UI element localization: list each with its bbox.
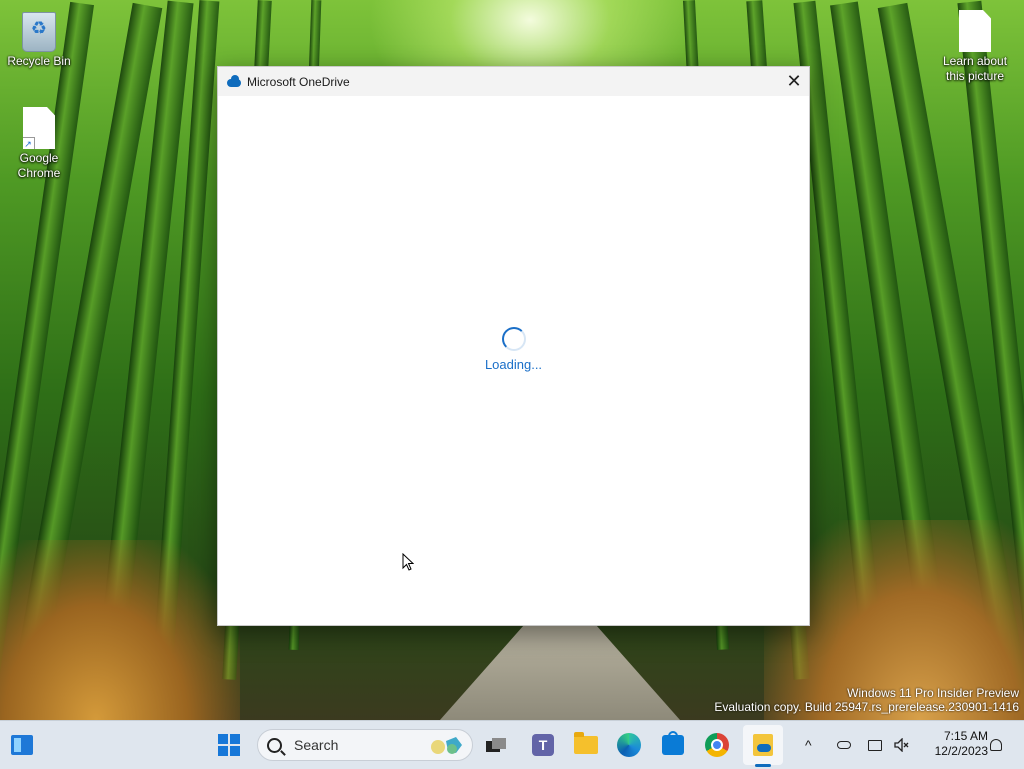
microsoft-store-icon: [662, 731, 684, 755]
tray-volume-button[interactable]: [894, 721, 910, 769]
recycle-bin-label: Recycle Bin: [7, 54, 71, 68]
chrome-button[interactable]: [701, 729, 733, 761]
recycle-bin-icon: [22, 12, 56, 52]
taskbar: Search T ^ 7:15 AM 12/2/2023: [0, 720, 1024, 769]
notifications-button[interactable]: [990, 721, 1002, 769]
teams-icon: T: [532, 734, 554, 756]
desktop-icon-google-chrome[interactable]: ↗ Google Chrome: [1, 107, 77, 181]
onedrive-tray-icon: [837, 741, 851, 749]
folder-icon: [574, 732, 598, 754]
widgets-button[interactable]: [6, 729, 38, 761]
loading-spinner-icon: [501, 327, 526, 351]
file-explorer-button[interactable]: [570, 729, 602, 761]
store-button[interactable]: [657, 729, 689, 761]
tray-onedrive-button[interactable]: [837, 721, 851, 769]
chevron-up-icon: ^: [805, 737, 812, 753]
windows-watermark: Windows 11 Pro Insider Preview Evaluatio…: [714, 686, 1019, 714]
google-chrome-label: Google Chrome: [17, 151, 61, 180]
task-view-button[interactable]: [480, 729, 512, 761]
window-titlebar[interactable]: Microsoft OneDrive ✕: [218, 67, 809, 96]
watermark-edition: Windows 11 Pro Insider Preview: [847, 686, 1019, 700]
tray-overflow-button[interactable]: ^: [805, 721, 812, 769]
shortcut-file-icon: ↗: [23, 107, 55, 149]
watermark-build: Evaluation copy. Build 25947.rs_prerelea…: [714, 700, 1019, 714]
clock-time: 7:15 AM: [943, 729, 988, 743]
active-app-indicator: [755, 764, 771, 767]
onedrive-setup-icon: [753, 734, 773, 756]
taskbar-search-box[interactable]: Search: [257, 729, 473, 761]
task-view-icon: [486, 738, 506, 752]
search-placeholder: Search: [294, 737, 339, 753]
file-icon: [959, 10, 991, 52]
onedrive-setup-button[interactable]: [747, 729, 779, 761]
search-icon: [267, 737, 282, 753]
onedrive-cloud-icon: [227, 74, 243, 87]
chrome-icon: [705, 733, 729, 757]
notification-bell-icon: [990, 739, 1002, 751]
taskbar-clock[interactable]: 7:15 AM 12/2/2023: [918, 729, 988, 759]
shortcut-arrow-icon: ↗: [23, 137, 35, 149]
mouse-cursor-icon: [402, 553, 414, 571]
loading-indicator: Loading...: [218, 327, 809, 372]
window-title: Microsoft OneDrive: [247, 74, 350, 89]
network-monitor-icon: [868, 739, 882, 751]
desktop-icon-recycle-bin[interactable]: Recycle Bin: [1, 12, 77, 69]
onedrive-window: Microsoft OneDrive ✕ Loading...: [217, 66, 810, 626]
volume-muted-icon: [894, 738, 909, 752]
search-highlight-art-icon: [431, 737, 462, 754]
close-button[interactable]: ✕: [779, 67, 809, 96]
close-icon: ✕: [786, 71, 802, 91]
tray-network-button[interactable]: [868, 721, 882, 769]
teams-chat-button[interactable]: T: [527, 729, 559, 761]
widgets-icon: [11, 735, 33, 755]
loading-text: Loading...: [484, 357, 543, 372]
clock-date: 12/2/2023: [934, 744, 988, 758]
edge-button[interactable]: [613, 729, 645, 761]
edge-browser-icon: [617, 733, 641, 757]
start-button[interactable]: [213, 729, 245, 761]
windows-start-icon: [218, 734, 240, 756]
learn-about-label: Learn about this picture: [942, 54, 1008, 83]
desktop-icon-learn-about-picture[interactable]: Learn about this picture: [937, 10, 1013, 84]
